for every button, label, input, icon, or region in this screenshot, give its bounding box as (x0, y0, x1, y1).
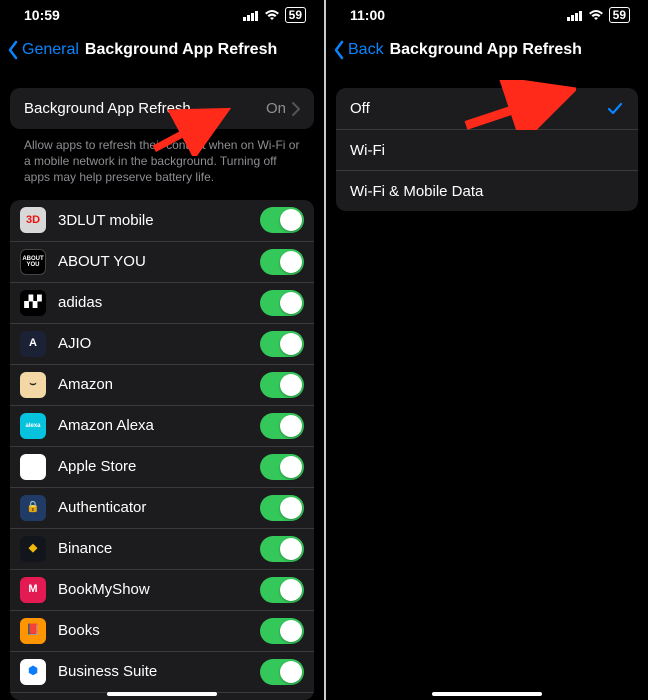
footer-description: Allow apps to refresh their content when… (10, 129, 314, 200)
back-button[interactable]: Back (332, 40, 384, 60)
status-icons: 59 (243, 7, 306, 23)
app-icon: 🔒 (20, 495, 46, 521)
app-icon: A (20, 331, 46, 357)
nav-bar: General Background App Refresh (0, 30, 324, 70)
app-list[interactable]: 3D 3DLUT mobile ABOUT YOU ABOUT YOU ▞▞ adidas… (10, 200, 314, 700)
app-name: BookMyShow (58, 581, 260, 598)
app-toggle[interactable] (260, 249, 304, 275)
row-label: Background App Refresh (24, 100, 266, 117)
nav-bar: Back Background App Refresh (326, 30, 648, 70)
app-row[interactable]: 3D 3DLUT mobile (10, 200, 314, 241)
cellular-icon (567, 10, 583, 21)
battery-percentage: 59 (285, 7, 306, 23)
app-icon: 3D (20, 207, 46, 233)
option-label: Off (350, 100, 606, 117)
background-app-refresh-row[interactable]: Background App Refresh On (10, 88, 314, 129)
app-name: AJIO (58, 335, 260, 352)
option-row[interactable]: Wi-Fi & Mobile Data (336, 170, 638, 211)
screen-refresh-options: 11:00 59 Back Background App Refresh Off… (324, 0, 648, 700)
app-row[interactable]: M BookMyShow (10, 569, 314, 610)
chevron-left-icon (332, 40, 346, 60)
app-row[interactable]: 🔒 Authenticator (10, 487, 314, 528)
cellular-icon (243, 10, 259, 21)
app-name: Binance (58, 540, 260, 557)
status-icons: 59 (567, 7, 630, 23)
app-toggle[interactable] (260, 331, 304, 357)
row-value: On (266, 100, 286, 117)
app-row[interactable]: A AJIO (10, 323, 314, 364)
app-row[interactable]: ⌣ Amazon (10, 364, 314, 405)
app-name: Amazon Alexa (58, 417, 260, 434)
app-toggle[interactable] (260, 618, 304, 644)
app-toggle[interactable] (260, 372, 304, 398)
app-name: 3DLUT mobile (58, 212, 260, 229)
battery-indicator: 59 (609, 7, 630, 23)
app-toggle[interactable] (260, 577, 304, 603)
app-row[interactable]: ▞▞ adidas (10, 282, 314, 323)
content: Background App Refresh On Allow apps to … (0, 70, 324, 700)
app-row[interactable]: ABOUT YOU ABOUT YOU (10, 241, 314, 282)
app-icon: ▞▞ (20, 290, 46, 316)
app-row[interactable]: 📕 Books (10, 610, 314, 651)
home-indicator (107, 692, 217, 696)
status-bar: 10:59 59 (0, 0, 324, 30)
nav-title: Background App Refresh (390, 41, 582, 59)
wifi-icon (588, 9, 604, 21)
back-label: Back (348, 41, 384, 59)
app-icon: ⌣ (20, 372, 46, 398)
clock: 10:59 (24, 7, 60, 23)
app-toggle[interactable] (260, 207, 304, 233)
app-name: Books (58, 622, 260, 639)
app-name: Authenticator (58, 499, 260, 516)
app-toggle[interactable] (260, 536, 304, 562)
option-label: Wi-Fi (350, 142, 624, 159)
option-label: Wi-Fi & Mobile Data (350, 183, 624, 200)
app-name: ABOUT YOU (58, 253, 260, 270)
app-row[interactable]: ◆ Binance (10, 528, 314, 569)
app-toggle[interactable] (260, 290, 304, 316)
app-name: Apple Store (58, 458, 260, 475)
app-row[interactable]: Apple Store (10, 446, 314, 487)
app-icon: ◆ (20, 536, 46, 562)
content: Off Wi-Fi Wi-Fi & Mobile Data (326, 70, 648, 700)
back-button[interactable]: General (6, 40, 79, 60)
app-icon: alexa (20, 413, 46, 439)
app-name: Amazon (58, 376, 260, 393)
app-name: adidas (58, 294, 260, 311)
back-label: General (22, 41, 79, 59)
app-toggle[interactable] (260, 495, 304, 521)
app-toggle[interactable] (260, 413, 304, 439)
app-toggle[interactable] (260, 659, 304, 685)
screen-settings-list: 10:59 59 General Background App Refresh … (0, 0, 324, 700)
options-group: Off Wi-Fi Wi-Fi & Mobile Data (336, 88, 638, 211)
master-toggle-group: Background App Refresh On (10, 88, 314, 129)
app-icon: ⬢ (20, 659, 46, 685)
chevron-left-icon (6, 40, 20, 60)
chevron-right-icon (292, 102, 300, 116)
option-row[interactable]: Wi-Fi (336, 129, 638, 170)
app-icon: 📕 (20, 618, 46, 644)
battery-percentage: 59 (609, 7, 630, 23)
app-icon: M (20, 577, 46, 603)
app-row[interactable]: ⬢ Business Suite (10, 651, 314, 692)
app-name: Business Suite (58, 663, 260, 680)
home-indicator (432, 692, 542, 696)
app-icon: ABOUT YOU (20, 249, 46, 275)
app-row[interactable]: alexa Amazon Alexa (10, 405, 314, 446)
app-icon (20, 454, 46, 480)
wifi-icon (264, 9, 280, 21)
clock: 11:00 (350, 7, 385, 23)
status-bar: 11:00 59 (326, 0, 648, 30)
option-row[interactable]: Off (336, 88, 638, 129)
battery-indicator: 59 (285, 7, 306, 23)
nav-title: Background App Refresh (85, 41, 277, 59)
app-toggle[interactable] (260, 454, 304, 480)
checkmark-icon (606, 100, 624, 118)
